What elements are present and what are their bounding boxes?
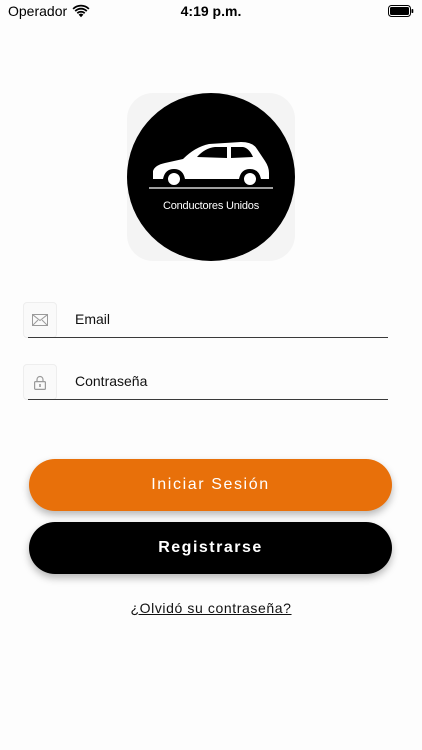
email-icon-box [23, 302, 57, 338]
logo-circle: Conductores Unidos [127, 93, 295, 261]
car-icon [149, 142, 273, 189]
forgot-password-link[interactable]: ¿Olvidó su contraseña? [0, 600, 422, 616]
battery-icon [388, 5, 414, 17]
email-underline [28, 337, 388, 338]
login-screen: Operador 4:19 p.m. Conductores Unidos Em… [0, 0, 422, 750]
status-bar: Operador 4:19 p.m. [0, 0, 422, 24]
login-button[interactable]: Iniciar Sesión [29, 459, 392, 511]
app-logo: Conductores Unidos [127, 93, 295, 261]
password-input[interactable] [75, 370, 375, 392]
envelope-icon [32, 314, 48, 326]
lock-icon [34, 375, 46, 390]
email-input[interactable] [75, 308, 375, 330]
register-button[interactable]: Registrarse [29, 522, 392, 574]
password-field-row [23, 364, 388, 400]
password-underline [28, 399, 388, 400]
email-field-row [23, 302, 388, 338]
password-icon-box [23, 364, 57, 400]
logo-text: Conductores Unidos [162, 200, 260, 212]
clock: 4:19 p.m. [180, 3, 242, 19]
